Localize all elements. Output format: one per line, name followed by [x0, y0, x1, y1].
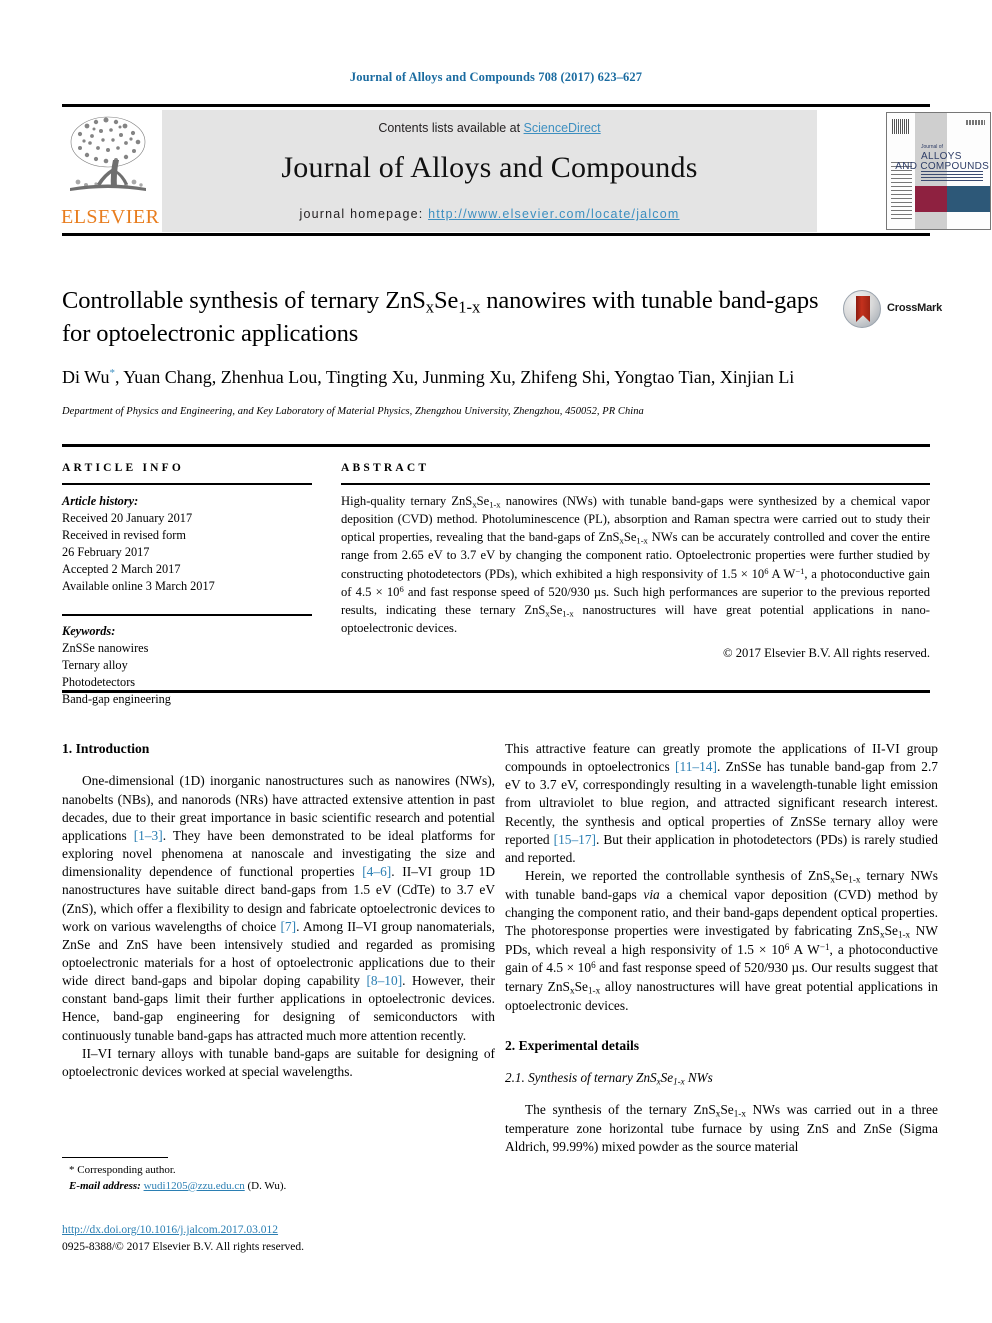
- keyword-item: Band-gap engineering: [62, 691, 171, 706]
- email-link[interactable]: wudi1205@zzu.edu.cn: [144, 1180, 245, 1192]
- journal-cover-thumbnail: Journal of ALLOYS AND COMPOUNDS: [886, 112, 991, 230]
- running-head: Journal of Alloys and Compounds 708 (201…: [349, 70, 643, 84]
- contents-lists-line: Contents lists available at ScienceDirec…: [162, 121, 817, 135]
- homepage-link[interactable]: http://www.elsevier.com/locate/jalcom: [428, 207, 679, 221]
- keyword-item: Photodetectors: [62, 674, 136, 689]
- sciencedirect-link[interactable]: ScienceDirect: [524, 121, 601, 135]
- crossmark-circle-icon: [843, 290, 881, 328]
- cover-barcode-icon: [892, 118, 910, 134]
- cover-title-line1: Journal of: [920, 144, 943, 151]
- corresponding-author-note: * Corresponding author.: [69, 1164, 176, 1176]
- abstract-section: ABSTRACT High-quality ternary ZnSxSe1-x …: [341, 462, 930, 661]
- author-list: Di Wu*, Yuan Chang, Zhenhua Lou, Tingtin…: [62, 367, 795, 388]
- article-info-heading: ARTICLE INFO: [62, 462, 185, 474]
- email-suffix: (D. Wu).: [244, 1179, 287, 1192]
- paragraph: This attractive feature can greatly prom…: [505, 741, 938, 865]
- subsection-heading-synthesis: 2.1. Synthesis of ternary ZnSxSe1-x NWs: [505, 1070, 713, 1087]
- title-block: Controllable synthesis of ternary ZnSxSe…: [62, 285, 822, 417]
- paragraph: One-dimensional (1D) inorganic nanostruc…: [62, 773, 495, 1043]
- history-line: Available online 3 March 2017: [62, 578, 215, 593]
- citation-ref[interactable]: [8–10]: [366, 973, 402, 988]
- body-column-left: 1. Introduction One-dimensional (1D) ino…: [62, 740, 495, 1081]
- article-history-label: Article history:: [62, 494, 139, 508]
- elsevier-tree-icon: [70, 116, 146, 191]
- citation-ref[interactable]: [11–14]: [675, 759, 717, 774]
- abstract-text: High-quality ternary ZnSxSe1-x nanowires…: [341, 494, 931, 635]
- journal-masthead: ELSEVIER Contents lists available at Sci…: [61, 104, 991, 236]
- contents-lists-prefix: Contents lists available at: [378, 121, 524, 135]
- section-heading-experimental: 2. Experimental details: [505, 1037, 640, 1053]
- email-note: E-mail address: wudi1205@zzu.edu.cn (D. …: [62, 1179, 495, 1195]
- article-history: Article history: Received 20 January 201…: [62, 493, 312, 595]
- corresponding-author-marker: *: [109, 367, 115, 380]
- paragraph: Herein, we reported the controllable syn…: [505, 868, 939, 1013]
- crossmark-ribbon-icon: [856, 296, 870, 322]
- footnote-rule: [62, 1157, 168, 1158]
- abstract-rule: [341, 483, 930, 485]
- cover-blue-block: [946, 186, 990, 212]
- citation-ref[interactable]: [7]: [280, 919, 296, 934]
- masthead-bottom-rule: [62, 233, 930, 236]
- body-column-right: This attractive feature can greatly prom…: [505, 740, 938, 1156]
- email-label: E-mail address:: [69, 1179, 141, 1192]
- elsevier-logo: ELSEVIER: [61, 110, 160, 232]
- keywords-label: Keywords:: [62, 623, 116, 638]
- paper-page: Journal of Alloys and Compounds 708 (201…: [0, 0, 992, 1323]
- cover-red-block: [914, 186, 947, 212]
- keyword-item: Ternary alloy: [62, 657, 128, 672]
- citation-ref[interactable]: [15–17]: [554, 832, 596, 847]
- journal-homepage-line: journal homepage: http://www.elsevier.co…: [162, 207, 817, 221]
- cover-subtitle-lines: [920, 171, 983, 182]
- crossmark-label: CrossMark: [887, 302, 943, 314]
- paragraph: The synthesis of the ternary ZnSxSe1-x N…: [505, 1101, 938, 1154]
- cover-issn-code: [966, 119, 985, 125]
- citation-ref[interactable]: [1–3]: [134, 828, 163, 843]
- history-line: 26 February 2017: [62, 544, 150, 559]
- issn-copyright: 0925-8388/© 2017 Elsevier B.V. All right…: [62, 1240, 305, 1253]
- abstract-heading: ABSTRACT: [341, 462, 430, 474]
- history-line: Accepted 2 March 2017: [62, 561, 181, 576]
- paragraph: II–VI ternary alloys with tunable band-g…: [62, 1045, 495, 1079]
- page-title: Controllable synthesis of ternary ZnSxSe…: [62, 287, 819, 347]
- footer-block: http://dx.doi.org/10.1016/j.jalcom.2017.…: [62, 1222, 495, 1255]
- homepage-label: journal homepage:: [299, 207, 429, 221]
- footnote-block: * Corresponding author. E-mail address: …: [62, 1157, 495, 1194]
- citation-ref[interactable]: [4–6]: [362, 864, 391, 879]
- keywords-rule: [62, 613, 312, 616]
- article-info-rule: [62, 483, 312, 485]
- journal-title: Journal of Alloys and Compounds: [281, 151, 698, 184]
- info-bottom-rule: [62, 690, 930, 693]
- info-top-rule: [62, 444, 930, 447]
- section-heading-introduction: 1. Introduction: [62, 741, 150, 756]
- elsevier-wordmark: ELSEVIER: [61, 206, 160, 228]
- keywords-block: Keywords: ZnSSe nanowires Ternary alloy …: [62, 623, 312, 708]
- journal-banner: Contents lists available at ScienceDirec…: [162, 110, 817, 232]
- history-line: Received in revised form: [62, 527, 186, 542]
- history-line: Received 20 January 2017: [62, 510, 193, 525]
- masthead-top-rule: [62, 104, 930, 107]
- doi-link[interactable]: http://dx.doi.org/10.1016/j.jalcom.2017.…: [62, 1224, 278, 1236]
- cover-title-line3: AND COMPOUNDS: [895, 160, 990, 172]
- abstract-copyright: © 2017 Elsevier B.V. All rights reserved…: [723, 645, 930, 660]
- affiliation: Department of Physics and Engineering, a…: [62, 406, 644, 418]
- article-info-section: ARTICLE INFO Article history: Received 2…: [62, 462, 312, 708]
- keyword-item: ZnSSe nanowires: [62, 640, 149, 655]
- crossmark-badge[interactable]: CrossMark: [843, 290, 943, 330]
